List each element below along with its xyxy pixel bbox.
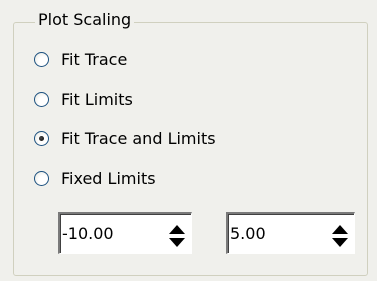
lower-limit-spinbox[interactable]: -10.00 <box>58 212 192 254</box>
up-arrow-icon[interactable] <box>169 225 185 234</box>
upper-limit-spinbox[interactable]: 5.00 <box>226 212 355 254</box>
radio-fit-limits[interactable] <box>34 91 49 107</box>
option-fit-trace-and-limits[interactable]: Fit Trace and Limits <box>34 125 216 151</box>
radio-fit-trace-and-limits[interactable] <box>34 130 49 146</box>
option-fixed-limits[interactable]: Fixed Limits <box>34 165 156 191</box>
option-fixed-limits-label: Fixed Limits <box>61 168 156 188</box>
option-fit-limits-label: Fit Limits <box>61 89 133 109</box>
radio-fit-trace[interactable] <box>34 51 49 67</box>
option-fit-trace[interactable]: Fit Trace <box>34 46 127 72</box>
group-title: Plot Scaling <box>35 8 135 32</box>
radio-fixed-limits[interactable] <box>34 170 49 186</box>
down-arrow-icon[interactable] <box>332 238 348 247</box>
option-fit-trace-and-limits-label: Fit Trace and Limits <box>61 128 216 148</box>
upper-limit-value[interactable]: 5.00 <box>230 224 266 244</box>
up-arrow-icon[interactable] <box>332 225 348 234</box>
option-fit-limits[interactable]: Fit Limits <box>34 86 133 112</box>
lower-limit-value[interactable]: -10.00 <box>62 224 114 244</box>
option-fit-trace-label: Fit Trace <box>61 49 128 69</box>
lower-limit-spin-buttons[interactable] <box>169 224 185 248</box>
upper-limit-spin-buttons[interactable] <box>332 224 348 248</box>
down-arrow-icon[interactable] <box>169 238 185 247</box>
plot-scaling-panel: Plot Scaling Fit Trace Fit Limits Fit Tr… <box>0 0 377 281</box>
